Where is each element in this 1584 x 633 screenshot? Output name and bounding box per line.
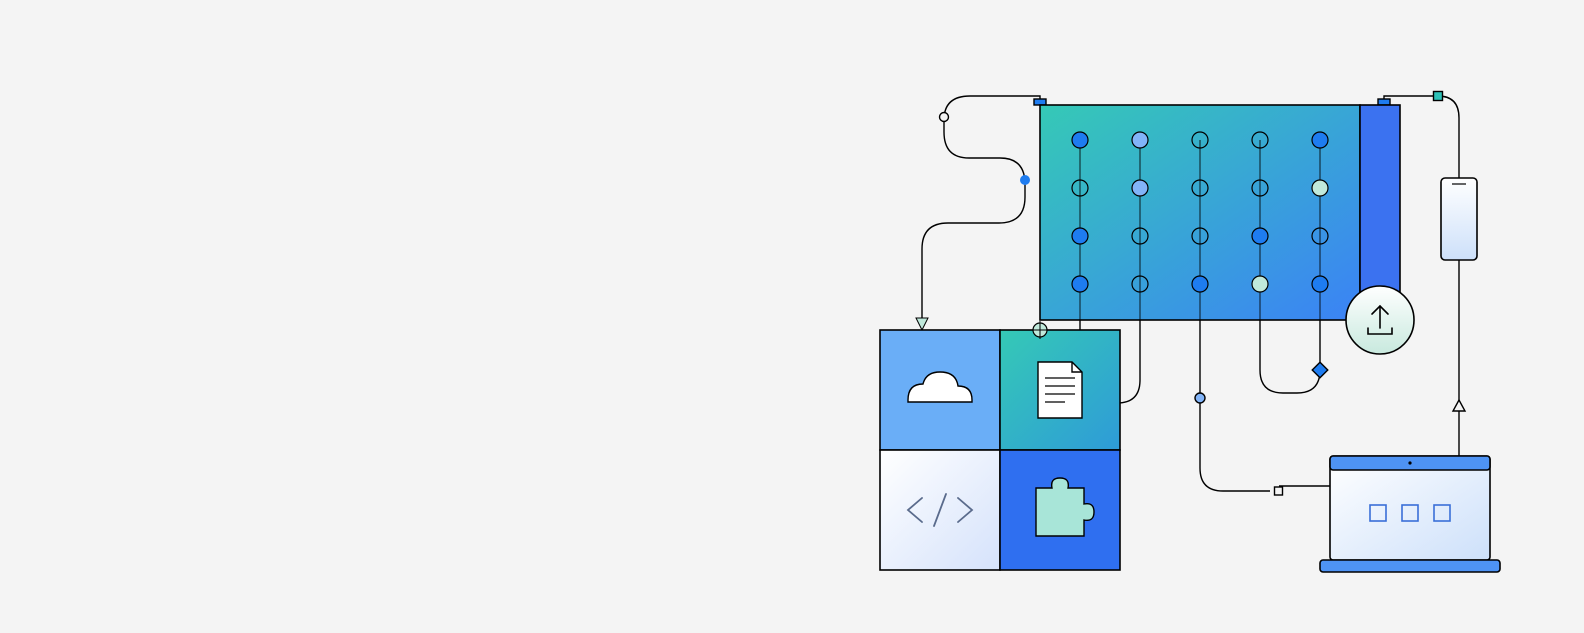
upload-circle bbox=[1346, 286, 1414, 354]
quad-panel bbox=[880, 321, 1120, 570]
architecture-diagram bbox=[0, 0, 1584, 633]
laptop-device bbox=[1320, 456, 1500, 572]
phone-device bbox=[1441, 178, 1477, 260]
document-icon bbox=[1038, 362, 1082, 418]
diagram-svg bbox=[0, 0, 1584, 633]
grid-panel bbox=[1034, 99, 1400, 320]
